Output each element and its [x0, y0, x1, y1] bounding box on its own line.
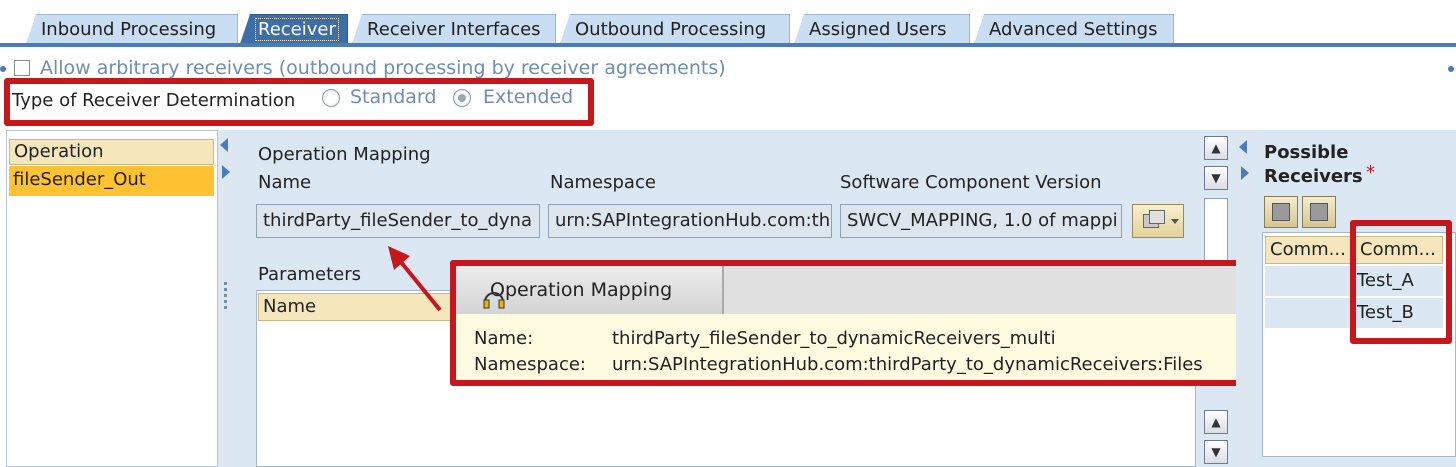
- required-mark: *: [1366, 162, 1375, 183]
- callout-arrow-icon: [388, 246, 442, 312]
- operation-mapping-tooltip: Operation Mapping Name: thirdParty_fileS…: [450, 260, 1278, 386]
- right-splitter[interactable]: [1236, 130, 1254, 467]
- mapping-name-field[interactable]: thirdParty_fileSender_to_dyna: [256, 204, 540, 238]
- collapse-left-arrow-icon[interactable]: [220, 138, 228, 152]
- receivers-title-line2: Receivers: [1264, 166, 1363, 187]
- tab-receiver[interactable]: Receiver: [240, 14, 348, 44]
- receiver-determination-label: Type of Receiver Determination: [12, 90, 296, 111]
- value-help-button[interactable]: [1132, 204, 1184, 238]
- tab-label: Assigned Users: [809, 19, 947, 40]
- tab-outbound-processing[interactable]: Outbound Processing: [560, 14, 790, 44]
- tooltip-namespace-label: Namespace:: [474, 354, 586, 375]
- radio-extended-label: Extended: [483, 86, 574, 108]
- mapping-namespace-label: Namespace: [550, 172, 656, 193]
- tab-label: Inbound Processing: [41, 19, 217, 40]
- expand-right-panel-arrow-icon[interactable]: [1241, 166, 1249, 180]
- move-up-button[interactable]: ▲: [1204, 136, 1228, 160]
- copy-icon-back: [1149, 210, 1165, 224]
- allow-arbitrary-checkbox[interactable]: [14, 60, 30, 76]
- receiver-row-2-col1[interactable]: [1265, 298, 1353, 328]
- operation-mapping-title: Operation Mapping: [258, 144, 431, 165]
- tooltip-header-bar: [724, 266, 1272, 314]
- indicator-dot-left: [0, 66, 6, 72]
- receivers-highlight: [1350, 220, 1452, 344]
- parameters-title: Parameters: [258, 264, 362, 285]
- radio-standard[interactable]: [322, 89, 340, 107]
- headset-icon: [483, 292, 505, 309]
- receiver-row-1-col1[interactable]: [1265, 266, 1353, 296]
- receivers-title-line1: Possible: [1264, 142, 1349, 163]
- expand-right-arrow-icon[interactable]: [222, 165, 230, 179]
- scroll-track[interactable]: [1204, 198, 1228, 268]
- mapping-swcv-label: Software Component Version: [840, 172, 1102, 193]
- mapping-namespace-field[interactable]: urn:SAPIntegrationHub.com:th: [548, 204, 832, 238]
- add-row-icon: [1272, 203, 1290, 221]
- tooltip-name-value: thirdParty_fileSender_to_dynamicReceiver…: [612, 328, 1056, 349]
- tab-label: Receiver Interfaces: [367, 19, 541, 40]
- add-receiver-button[interactable]: [1264, 196, 1298, 228]
- allow-arbitrary-label: Allow arbitrary receivers (outbound proc…: [40, 57, 726, 79]
- param-up-button[interactable]: ▲: [1204, 410, 1228, 434]
- mapping-name-label: Name: [258, 172, 312, 193]
- tab-inbound-processing[interactable]: Inbound Processing: [26, 14, 238, 44]
- tooltip-namespace-value: urn:SAPIntegrationHub.com:thirdParty_to_…: [612, 354, 1203, 375]
- operation-row[interactable]: fileSender_Out: [9, 166, 214, 196]
- tab-assigned-users[interactable]: Assigned Users: [794, 14, 970, 44]
- tab-label: Advanced Settings: [989, 19, 1158, 40]
- dropdown-arrow-icon: [1171, 219, 1179, 224]
- collapse-right-arrow-icon[interactable]: [1239, 140, 1247, 154]
- indicator-dot: [1448, 66, 1454, 72]
- remove-row-icon: [1310, 203, 1328, 221]
- tooltip-title: Operation Mapping: [490, 279, 673, 301]
- tab-advanced-settings[interactable]: Advanced Settings: [974, 14, 1174, 44]
- splitter-grip-icon[interactable]: [224, 282, 227, 310]
- tab-label: Outbound Processing: [575, 19, 767, 40]
- tooltip-name-label: Name:: [474, 328, 534, 349]
- receivers-col1-header: Comm...: [1265, 236, 1353, 264]
- tab-receiver-interfaces[interactable]: Receiver Interfaces: [352, 14, 556, 44]
- radio-extended[interactable]: [453, 89, 471, 107]
- tab-label: Receiver: [255, 18, 339, 41]
- operations-header: Operation: [9, 139, 214, 165]
- move-down-button[interactable]: ▼: [1204, 166, 1228, 190]
- param-down-button[interactable]: ▼: [1204, 440, 1228, 464]
- remove-receiver-button[interactable]: [1302, 196, 1336, 228]
- radio-standard-label: Standard: [350, 86, 437, 108]
- mapping-swcv-field[interactable]: SWCV_MAPPING, 1.0 of mappi: [840, 204, 1122, 238]
- tab-underline: [0, 43, 1456, 47]
